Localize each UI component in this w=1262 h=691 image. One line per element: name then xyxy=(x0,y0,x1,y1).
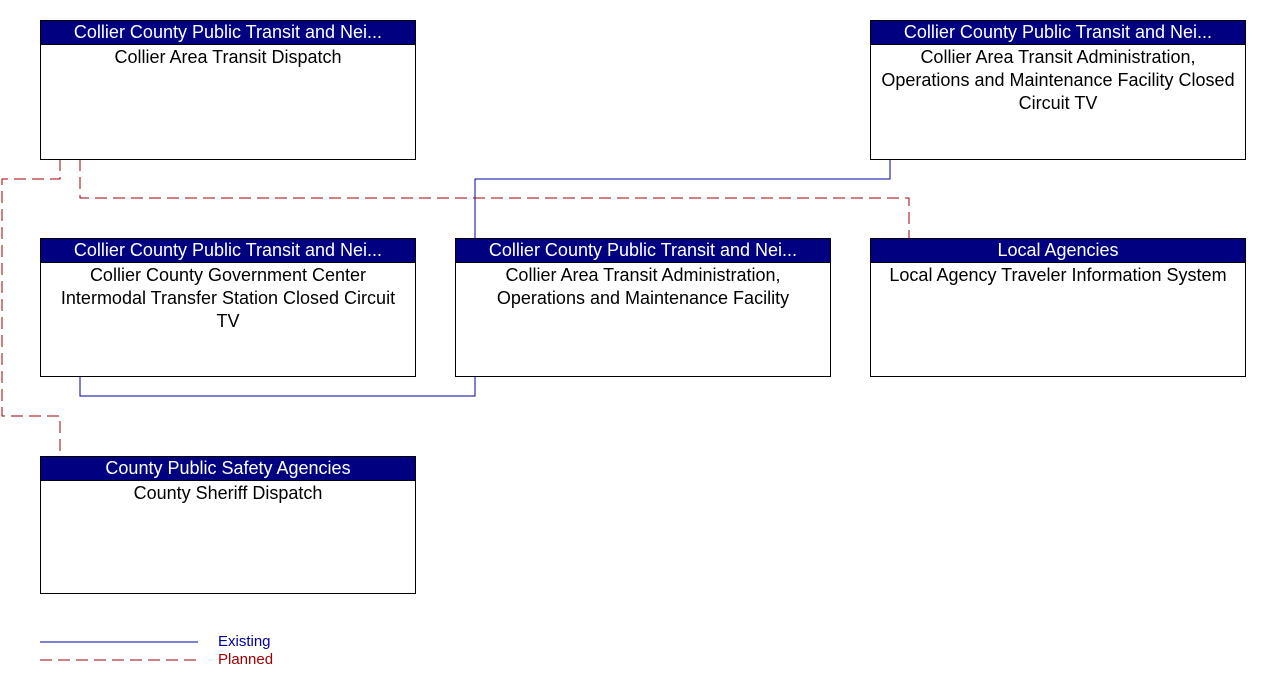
node-header: Collier County Public Transit and Nei... xyxy=(456,239,830,263)
node-admin-facility-cctv[interactable]: Collier County Public Transit and Nei...… xyxy=(870,20,1246,160)
node-header: County Public Safety Agencies xyxy=(41,457,415,481)
connection-existing-govctr-cctv-to-admin-facility[interactable] xyxy=(79,376,476,397)
node-county-sheriff-dispatch[interactable]: County Public Safety Agencies County She… xyxy=(40,456,416,594)
node-body: Collier County Government Center Intermo… xyxy=(60,265,396,331)
connection-planned-dispatch-to-local-tis[interactable] xyxy=(79,159,910,238)
node-header: Collier County Public Transit and Nei... xyxy=(871,21,1245,45)
node-government-center-cctv[interactable]: Collier County Public Transit and Nei...… xyxy=(40,238,416,377)
node-collier-area-transit-dispatch[interactable]: Collier County Public Transit and Nei...… xyxy=(40,20,416,160)
node-body: Local Agency Traveler Information System xyxy=(889,265,1227,285)
node-body: Collier Area Transit Dispatch xyxy=(114,47,342,67)
node-header: Local Agencies xyxy=(871,239,1245,263)
node-body: Collier Area Transit Administration, Ope… xyxy=(496,265,790,308)
node-body: County Sheriff Dispatch xyxy=(133,483,323,503)
node-header: Collier County Public Transit and Nei... xyxy=(41,21,415,45)
legend-planned-label: Planned xyxy=(218,651,274,668)
node-local-agency-traveler-info[interactable]: Local Agencies Local Agency Traveler Inf… xyxy=(870,238,1246,377)
legend-existing-label: Existing xyxy=(218,633,271,650)
node-body: Collier Area Transit Administration, Ope… xyxy=(881,47,1235,113)
node-header: Collier County Public Transit and Nei... xyxy=(41,239,415,263)
node-admin-facility[interactable]: Collier County Public Transit and Nei...… xyxy=(455,238,831,377)
